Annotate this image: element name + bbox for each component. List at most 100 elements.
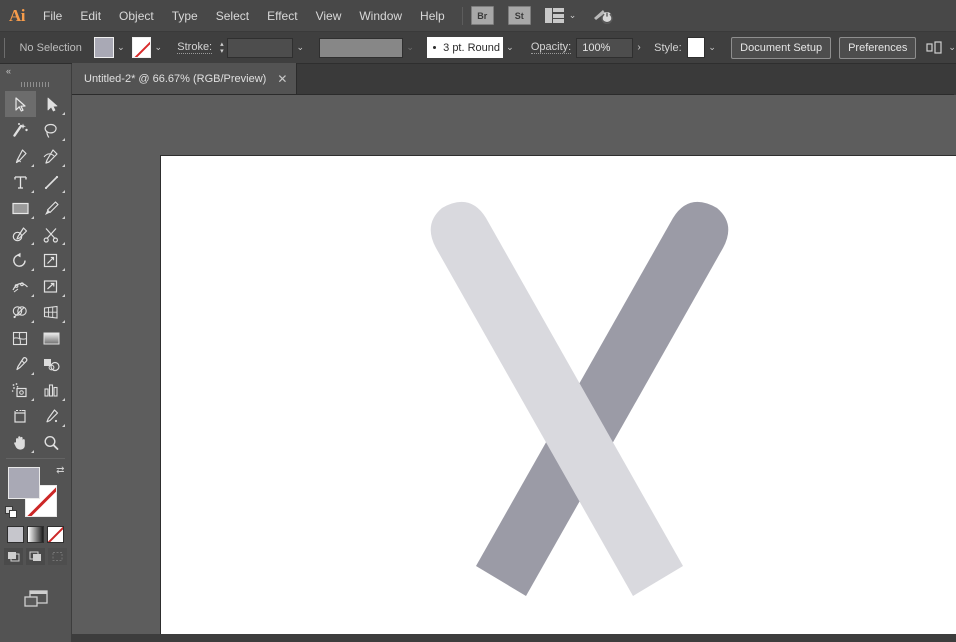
stepper-up-icon[interactable]: ▴ [220,41,224,48]
line-segment-tool[interactable] [36,169,67,195]
paintbrush-tool[interactable] [36,195,67,221]
menu-object[interactable]: Object [110,0,163,32]
variable-width-chevron-down-icon[interactable]: ⌄ [403,37,417,58]
opacity-options-icon[interactable]: › [633,38,645,58]
stroke-chevron-down-icon[interactable]: ⌄ [151,37,165,58]
menu-help[interactable]: Help [411,0,454,32]
fill-color-swatch[interactable] [94,37,114,58]
draw-behind-button[interactable] [26,548,45,565]
stock-button[interactable]: St [507,6,531,25]
scale-tool[interactable] [36,247,67,273]
menu-divider [461,6,463,25]
align-chevron-down-icon[interactable]: ⌄ [948,42,956,53]
opacity-input[interactable]: 100% [576,37,633,58]
toolbar-fill-swatch[interactable] [7,467,40,499]
menu-type[interactable]: Type [163,0,207,32]
status-bar-strip [72,634,956,642]
default-fill-stroke-icon[interactable] [4,506,18,519]
document-tab[interactable]: Untitled-2* @ 66.67% (RGB/Preview) ✕ [72,63,298,94]
menu-bar: Ai File Edit Object Type Select Effect V… [0,0,956,32]
arrange-documents-icon[interactable] [544,8,564,23]
opacity-label[interactable]: Opacity: [530,41,572,54]
graphic-style-swatch[interactable] [686,37,706,58]
artboard[interactable] [160,155,956,635]
blend-tool[interactable] [36,351,67,377]
draw-inside-button[interactable] [48,548,67,565]
color-button[interactable] [7,526,24,543]
shaper-pencil-tool[interactable] [5,221,36,247]
menu-view[interactable]: View [307,0,351,32]
symbol-sprayer-tool[interactable] [5,377,36,403]
tools-divider [6,458,65,459]
artboard-tool[interactable] [5,403,36,429]
document-tab-label: Untitled-2* @ 66.67% (RGB/Preview) [84,72,267,85]
gradient-tool[interactable] [36,325,67,351]
collapse-panel-icon[interactable]: « [6,66,11,76]
mesh-tool[interactable] [5,325,36,351]
arrange-chevron-down-icon[interactable]: ⌄ [569,10,577,21]
zoom-tool[interactable] [36,429,67,455]
column-graph-tool[interactable] [36,377,67,403]
change-screen-mode-button[interactable] [22,587,50,612]
preferences-button[interactable]: Preferences [839,36,917,59]
stepper-down-icon[interactable]: ▾ [220,48,224,55]
perspective-grid-tool[interactable] [36,299,67,325]
eyedropper-tool[interactable] [5,351,36,377]
x-artwork-final[interactable] [161,156,956,635]
brush-chevron-down-icon[interactable]: ⌄ [503,37,517,58]
swap-fill-stroke-icon[interactable]: ⇄ [56,465,64,476]
brush-preview-icon [433,46,437,49]
none-button[interactable] [47,526,64,543]
tools-panel: « ⇄ [0,64,72,642]
pen-tool[interactable] [5,143,36,169]
control-bar-grip[interactable] [4,37,8,58]
hand-tool[interactable] [5,429,36,455]
close-icon[interactable]: ✕ [277,73,287,85]
bridge-button[interactable]: Br [470,6,494,25]
variable-width-profile-field[interactable] [319,37,404,58]
slice-tool[interactable] [36,403,67,429]
tools-panel-header: « [0,64,71,78]
document-setup-button[interactable]: Document Setup [731,36,832,59]
stroke-weight-label[interactable]: Stroke: [177,41,213,54]
menu-file[interactable]: File [34,0,71,32]
drawing-mode-buttons [0,548,71,565]
free-transform-tool[interactable] [36,273,67,299]
stroke-weight-stepper[interactable]: ▴ ▾ [217,38,227,58]
rotate-tool[interactable] [5,247,36,273]
tools-panel-grip[interactable] [0,78,71,91]
magic-wand-tool[interactable] [5,117,36,143]
menu-edit[interactable]: Edit [71,0,110,32]
gradient-button[interactable] [27,526,44,543]
lasso-tool[interactable] [36,117,67,143]
stroke-color-swatch[interactable] [131,37,152,58]
fill-stroke-indicator: ⇄ [4,465,67,523]
draw-normal-button[interactable] [4,548,23,565]
app-logo-icon: Ai [9,5,26,25]
type-tool[interactable] [5,169,36,195]
control-bar: No Selection ⌄ ⌄ Stroke: ▴ ▾ ⌄ ⌄ 3 pt. R… [0,32,956,64]
fill-chevron-down-icon[interactable]: ⌄ [114,37,128,58]
width-warp-tool[interactable] [5,273,36,299]
direct-selection-tool[interactable] [36,91,67,117]
stroke-weight-chevron-down-icon[interactable]: ⌄ [293,37,307,58]
shape-builder-tool[interactable] [5,299,36,325]
brush-definition-label: 3 pt. Round [443,41,501,54]
rectangle-tool[interactable] [5,195,36,221]
selection-tool[interactable] [4,91,36,117]
menu-window[interactable]: Window [350,0,411,32]
brush-definition-field[interactable]: 3 pt. Round [427,37,503,58]
menu-select[interactable]: Select [207,0,258,32]
canvas-area[interactable] [72,95,956,642]
workspace-switcher-icon[interactable] [592,7,614,25]
style-label: Style: [654,41,682,54]
selection-status-label: No Selection [19,41,82,54]
screen-mode-row [0,587,71,612]
illustrator-window: Ai File Edit Object Type Select Effect V… [0,0,956,642]
scissors-eraser-tool[interactable] [36,221,67,247]
align-objects-icon[interactable] [926,40,943,55]
curvature-tool[interactable] [36,143,67,169]
stroke-weight-input[interactable] [226,37,294,58]
menu-effect[interactable]: Effect [258,0,306,32]
style-chevron-down-icon[interactable]: ⌄ [705,37,719,58]
